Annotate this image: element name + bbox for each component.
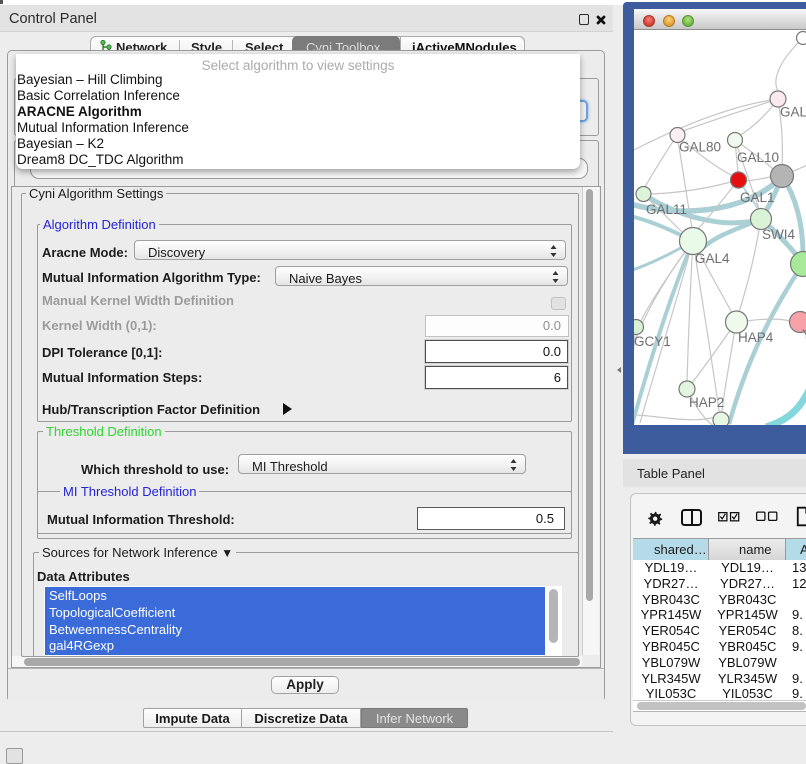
svg-text:GAL80: GAL80 — [679, 140, 721, 155]
svg-text:SWI4: SWI4 — [762, 227, 795, 242]
svg-text:HAP2: HAP2 — [689, 395, 724, 410]
svg-text:GAL11: GAL11 — [646, 202, 687, 217]
svg-text:HAP4: HAP4 — [738, 330, 774, 345]
svg-text:GAL1: GAL1 — [740, 190, 775, 205]
svg-text:GAL10: GAL10 — [737, 150, 779, 165]
svg-text:Y: Y — [802, 327, 806, 342]
svg-text:GCY1: GCY1 — [634, 334, 671, 349]
svg-text:GAL: GAL — [780, 105, 806, 120]
svg-text:GAL4: GAL4 — [695, 251, 730, 266]
